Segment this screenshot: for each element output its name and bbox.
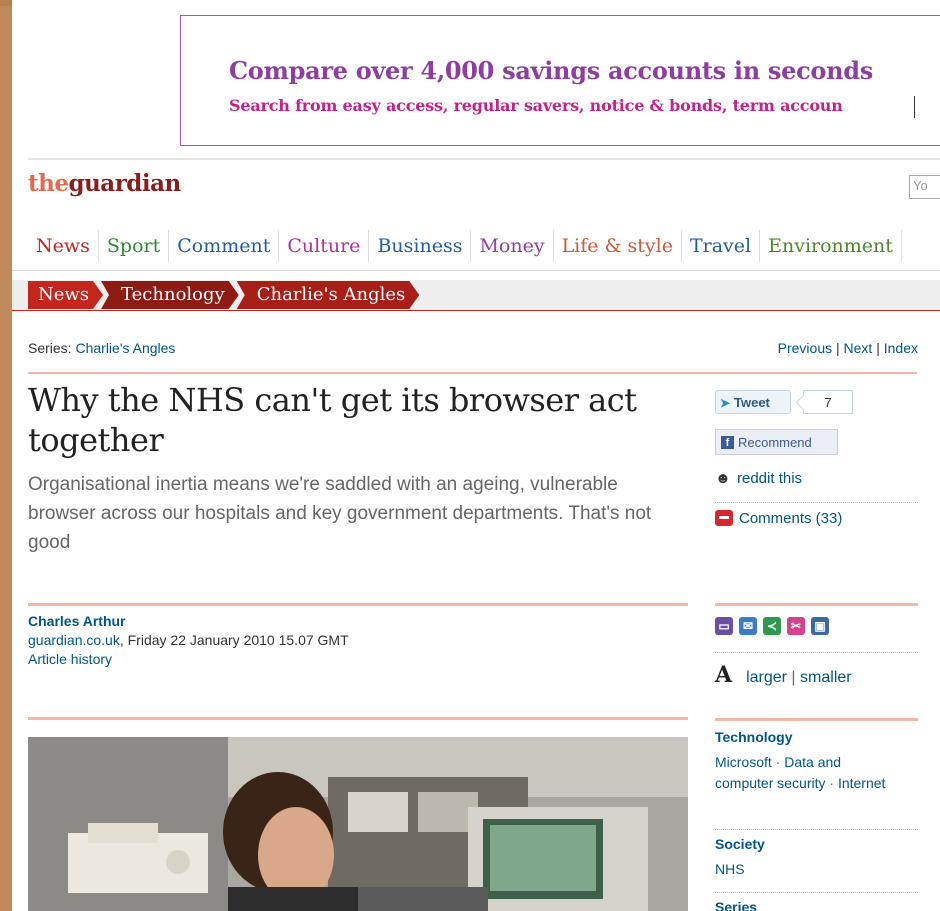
ad-title[interactable]: Compare over 4,000 savings accounts in s… [229,56,873,85]
tag-nhs[interactable]: NHS [715,861,745,877]
divider [28,158,940,160]
divider [28,603,688,606]
breadcrumb-technology[interactable]: Technology [101,281,239,309]
share-icons: ▭ ✉ ≺ ✂ ▣ [715,617,829,635]
separator: | [786,669,801,686]
tag-heading-series[interactable]: Series [715,899,757,911]
tag-list-technology: Microsoft · Data and computer security ·… [715,752,890,794]
tag-internet[interactable]: Internet [838,775,885,791]
divider [12,270,940,271]
nav-sport[interactable]: Sport [99,230,170,262]
ad-banner[interactable]: Compare over 4,000 savings accounts in s… [180,15,940,146]
logo-guardian: guardian [68,170,181,197]
divider [715,502,918,503]
divider [715,603,918,606]
divider [28,372,917,374]
tweet-button[interactable]: ➤ Tweet [715,390,791,414]
series-link[interactable]: Charlie's Angles [75,340,175,356]
breadcrumb-series[interactable]: Charlie's Angles [237,281,420,309]
tag-heading-society[interactable]: Society [715,836,765,852]
divider [715,652,918,653]
series-nav: Previous | Next | Index [778,340,918,356]
tag-microsoft[interactable]: Microsoft [715,754,772,770]
byline: Charles Arthur guardian.co.uk, Friday 22… [28,612,349,669]
source-link[interactable]: guardian.co.uk [28,632,120,648]
nav-comment[interactable]: Comment [169,230,280,262]
nav-travel[interactable]: Travel [682,230,761,262]
facebook-icon: f [721,436,734,449]
comments-label: Comments (33) [739,510,843,527]
article-standfirst: Organisational inertia means we're saddl… [28,474,652,553]
comments-link[interactable]: Comments (33) [715,510,842,527]
article-headline: Why the NHS can't get its browser act to… [28,381,637,459]
text-size-controls: Alarger | smaller [715,662,852,688]
tag-heading-technology[interactable]: Technology [715,729,793,745]
separator: | [872,340,884,356]
nav-business[interactable]: Business [369,230,472,262]
main-nav: News Sport Comment Culture Business Mone… [28,230,902,262]
reddit-alien-icon: ☻ [715,470,731,487]
breadcrumb: News Technology Charlie's Angles [28,281,417,309]
reddit-link[interactable]: ☻ reddit this [715,470,802,487]
nav-environment[interactable]: Environment [760,230,902,262]
page: Compare over 4,000 savings accounts in s… [12,0,940,911]
comment-icon [715,510,733,526]
nav-money[interactable]: Money [471,230,554,262]
larger-link[interactable]: larger [746,669,787,686]
series-label: Series: Charlie's Angles [28,340,175,356]
publish-date: , Friday 22 January 2010 15.07 GMT [119,632,349,648]
divider [12,310,940,311]
previous-link[interactable]: Previous [778,340,832,356]
separator: · [771,754,785,770]
twitter-bird-icon: ➤ [720,396,731,410]
reddit-label: reddit this [737,470,803,487]
next-link[interactable]: Next [844,340,873,356]
text-size-icon: A [715,662,733,688]
photo-illustration [28,737,688,911]
email-icon[interactable]: ✉ [739,617,757,635]
divider [28,717,688,720]
tweet-count: 7 [803,390,853,414]
recommend-button[interactable]: f Recommend [715,429,838,455]
author-link[interactable]: Charles Arthur [28,612,349,631]
divider [715,718,918,721]
print-icon[interactable]: ▭ [715,617,733,635]
index-link[interactable]: Index [884,340,918,356]
ad-subtitle[interactable]: Search from easy access, regular savers,… [229,96,843,115]
logo-the: the [28,170,69,197]
breadcrumb-news[interactable]: News [28,281,103,309]
article-history-link[interactable]: Article history [28,650,349,669]
nav-life-style[interactable]: Life & style [554,230,682,262]
divider [715,892,918,893]
separator: · [825,775,838,791]
search-input[interactable]: Yo [909,175,940,199]
tag-list-society: NHS [715,859,890,880]
divider [715,829,918,830]
recommend-label: Recommend [738,435,812,450]
nav-news[interactable]: News [28,230,99,262]
tweet-label: Tweet [734,395,770,410]
site-logo[interactable]: theguardian [28,170,181,197]
nav-culture[interactable]: Culture [279,230,370,262]
clip-icon[interactable]: ✂ [787,617,805,635]
share-icon[interactable]: ≺ [763,617,781,635]
text-cursor [914,96,915,118]
series-prefix: Series: [28,340,76,356]
article-photo [28,737,688,911]
save-icon[interactable]: ▣ [811,617,829,635]
smaller-link[interactable]: smaller [800,669,852,686]
separator: | [832,340,844,356]
